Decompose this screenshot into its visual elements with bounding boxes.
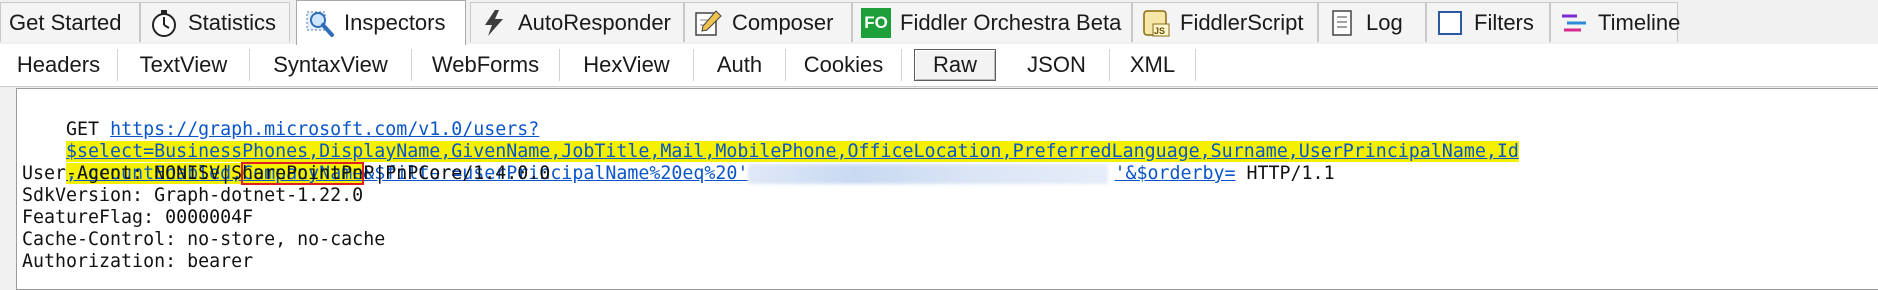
subtab-auth[interactable]: Auth [694, 49, 786, 81]
subtab-label: TextView [139, 52, 228, 77]
tab-fiddlerscript[interactable]: JS FiddlerScript [1132, 2, 1318, 42]
request-line-2: $select=BusinessPhones,DisplayName,Given… [22, 119, 1519, 162]
tab-statistics[interactable]: Statistics [140, 2, 290, 42]
lightning-icon [479, 8, 509, 38]
tab-label: Statistics [188, 9, 277, 35]
fo-badge-text: FO [864, 12, 888, 32]
timeline-icon [1559, 8, 1589, 38]
header-line: SdkVersion: Graph-dotnet-1.22.0 [22, 185, 364, 206]
checkbox-icon [1435, 8, 1465, 38]
subtab-cookies[interactable]: Cookies [786, 49, 902, 81]
tab-autoresponder[interactable]: AutoResponder [470, 2, 684, 42]
subtab-webforms[interactable]: WebForms [412, 49, 560, 81]
subtab-label: SyntaxView [273, 52, 388, 77]
subtab-syntaxview[interactable]: SyntaxView [250, 49, 412, 81]
tab-label: Log [1366, 9, 1403, 35]
tab-get-started[interactable]: Get Started [0, 2, 140, 42]
tab-inspectors[interactable]: Inspectors [296, 0, 466, 45]
redacted-value [748, 164, 1109, 184]
subtab-label: Auth [716, 52, 763, 77]
request-line-3: ,AccountEnabled,CompanyName&$filter=user… [22, 141, 1335, 185]
subtab-label: WebForms [431, 52, 540, 77]
tab-label: Filters [1474, 9, 1534, 35]
tab-fiddler-orchestra-beta[interactable]: FO Fiddler Orchestra Beta [852, 2, 1132, 42]
subtab-label: Cookies [803, 52, 884, 77]
stopwatch-icon [149, 8, 179, 38]
tab-label: Timeline [1598, 9, 1681, 35]
subtab-label: XML [1129, 52, 1176, 77]
pencil-icon [693, 8, 723, 38]
tab-label: Inspectors [344, 10, 446, 35]
fo-badge-icon: FO [861, 7, 891, 38]
tab-label: Get Started [9, 9, 122, 35]
subtab-json[interactable]: JSON [1004, 49, 1110, 81]
tab-label: FiddlerScript [1180, 9, 1304, 35]
subtab-headers[interactable]: Headers [0, 49, 118, 81]
script-badge-text: JS [1154, 25, 1166, 36]
header-line: User-Agent: NONISV|SharePointPnP|PnPCore… [22, 163, 551, 184]
script-icon: JS [1141, 8, 1171, 38]
http-protocol: HTTP/1.1 [1235, 163, 1335, 184]
orderby-query-link[interactable]: '&$orderby= [1114, 163, 1235, 184]
tab-composer[interactable]: Composer [684, 2, 852, 42]
header-line: Cache-Control: no-store, no-cache [22, 229, 386, 250]
subtab-raw[interactable]: Raw [914, 49, 996, 81]
subtab-textview[interactable]: TextView [118, 49, 250, 81]
raw-request-textarea[interactable]: GET https://graph.microsoft.com/v1.0/use… [16, 88, 1878, 290]
top-tab-strip: Get Started Statistics Inspectors AutoRe… [0, 0, 1878, 45]
tab-filters[interactable]: Filters [1426, 2, 1550, 42]
subtab-label: Raw [932, 52, 977, 77]
tab-label: Composer [732, 9, 834, 35]
subtab-label: Headers [16, 52, 101, 77]
subtab-label: HexView [583, 52, 670, 77]
magnifier-icon [305, 8, 335, 38]
tab-label: Fiddler Orchestra Beta [900, 9, 1122, 35]
tab-label: AutoResponder [518, 9, 671, 35]
header-line: Authorization: bearer [22, 251, 254, 272]
request-line-1: GET https://graph.microsoft.com/v1.0/use… [22, 97, 539, 140]
tab-timeline[interactable]: Timeline [1550, 2, 1681, 42]
inspector-subtab-strip: Headers TextView SyntaxView WebForms Hex… [0, 44, 1878, 87]
subtab-hexview[interactable]: HexView [560, 49, 694, 81]
subtab-xml[interactable]: XML [1110, 49, 1196, 81]
log-icon [1327, 8, 1357, 38]
tab-log[interactable]: Log [1318, 2, 1426, 42]
subtab-label: JSON [1027, 52, 1086, 77]
header-line: FeatureFlag: 0000004F [22, 207, 254, 228]
